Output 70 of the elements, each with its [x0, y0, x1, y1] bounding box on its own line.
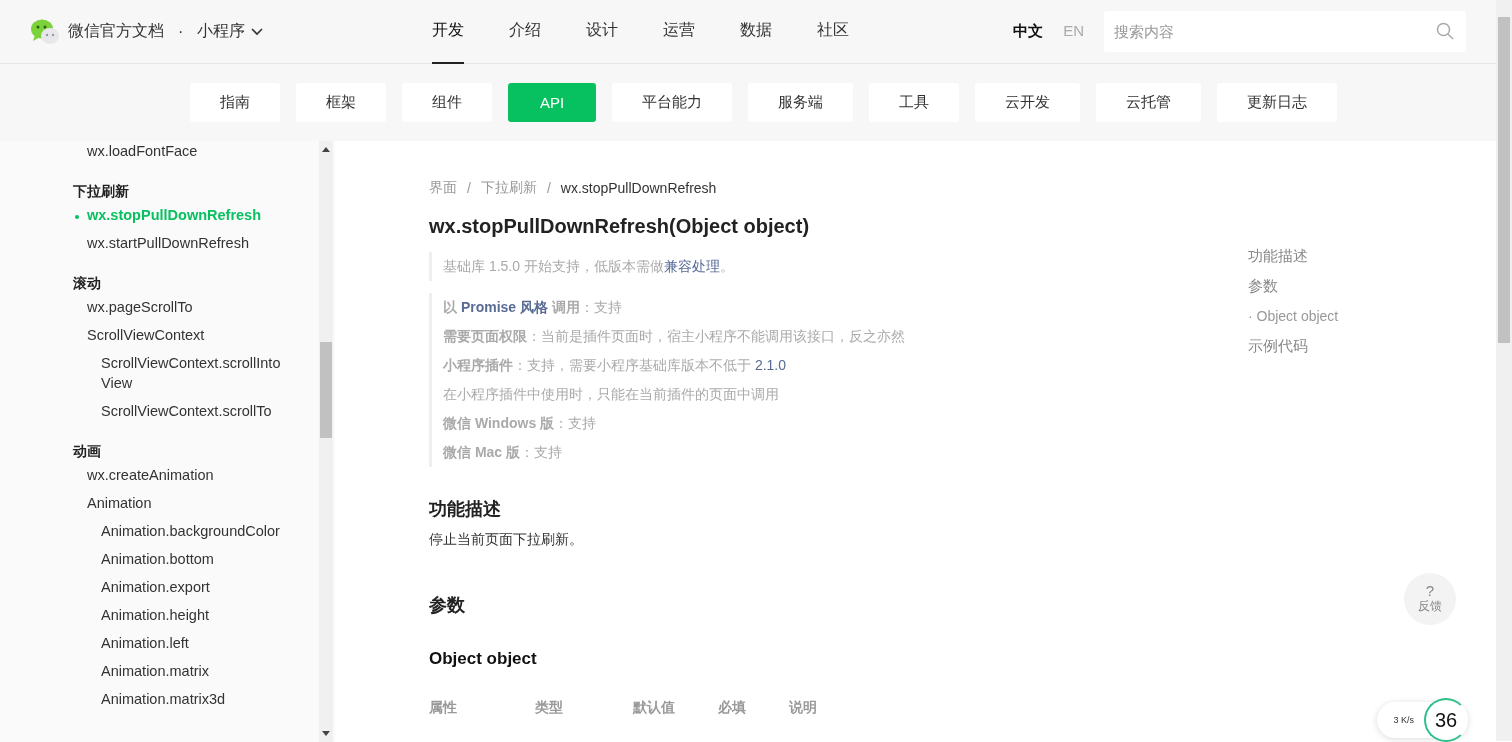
search-field[interactable]: 搜索内容: [1104, 11, 1466, 52]
category-tab[interactable]: 云开发: [975, 83, 1080, 122]
toc-link[interactable]: 示例代码: [1248, 331, 1308, 361]
nav-tab[interactable]: 运营: [663, 0, 695, 64]
column-header: 必填: [718, 699, 747, 717]
category-tab[interactable]: 框架: [296, 83, 386, 122]
breadcrumb-separator: /: [546, 180, 551, 196]
sidebar-group-title: 滚动: [73, 274, 102, 293]
column-header: 属性: [429, 699, 458, 717]
page-scrollbar[interactable]: [1496, 0, 1512, 741]
breadcrumb-link[interactable]: wx.stopPullDownRefresh: [560, 180, 717, 196]
scrollbar[interactable]: [319, 141, 333, 742]
speed-ball[interactable]: 36: [1424, 698, 1468, 742]
support-line: 微信 Windows 版：支持: [443, 414, 598, 433]
product-dropdown[interactable]: 小程序: [197, 21, 264, 42]
version-note: 基础库 1.5.0 开始支持，低版本需做兼容处理。: [443, 257, 734, 276]
language-link[interactable]: 中文: [1013, 22, 1044, 41]
chevron-down-icon: [251, 27, 264, 36]
category-tab[interactable]: 组件: [402, 83, 492, 122]
sidebar-item[interactable]: wx.pageScrollTo: [73, 293, 289, 321]
category-tab[interactable]: 工具: [869, 83, 959, 122]
sidebar-item[interactable]: ScrollViewContext.scrollIntoView: [73, 349, 289, 397]
breadcrumb-separator: /: [467, 180, 471, 196]
nav-tab[interactable]: 设计: [586, 0, 618, 64]
support-line: 以 Promise 风格 调用：支持: [443, 298, 623, 317]
category-tab[interactable]: 服务端: [748, 83, 853, 122]
section-heading: 功能描述: [429, 498, 501, 521]
category-tab[interactable]: 更新日志: [1217, 83, 1337, 122]
support-line: 小程序插件：支持，需要小程序基础库版本不低于 2.1.0: [443, 356, 788, 375]
category-tab[interactable]: 平台能力: [612, 83, 732, 122]
category-tab[interactable]: 指南: [190, 83, 280, 122]
scroll-up-icon[interactable]: [322, 147, 330, 152]
site-title[interactable]: 微信官方文档: [68, 21, 164, 42]
sidebar-item[interactable]: Animation.matrix: [73, 657, 289, 685]
description-text: 停止当前页面下拉刷新。: [429, 531, 583, 549]
support-line: 在小程序插件中使用时，只能在当前插件的页面中调用: [443, 385, 780, 404]
sidebar-item[interactable]: wx.loadFontFace: [73, 141, 289, 165]
category-tab[interactable]: 云托管: [1096, 83, 1201, 122]
toc-link[interactable]: 功能描述: [1248, 241, 1308, 271]
scrollbar-thumb[interactable]: [320, 342, 332, 438]
sidebar-item[interactable]: Animation.bottom: [73, 545, 289, 573]
page-title: wx.stopPullDownRefresh(Object object): [429, 215, 810, 238]
nav-tab[interactable]: 介绍: [509, 0, 541, 64]
subsection-heading: Object object: [429, 649, 537, 669]
speed-reading: 3 K/s: [1393, 715, 1414, 725]
sidebar-item[interactable]: Animation.matrix3d: [73, 685, 289, 713]
sidebar-item[interactable]: wx.createAnimation: [73, 461, 289, 489]
column-header: 说明: [789, 699, 817, 717]
sidebar-group-title: 下拉刷新: [73, 182, 130, 201]
sidebar-item[interactable]: Animation.height: [73, 601, 289, 629]
sidebar-item[interactable]: Animation: [73, 489, 289, 517]
sidebar-item[interactable]: ScrollViewContext.scrollTo: [73, 397, 289, 425]
chat-bubbles-icon: [30, 17, 60, 46]
nav-tab[interactable]: 数据: [740, 0, 772, 64]
column-header: 类型: [535, 699, 564, 717]
separator-dot: ·: [178, 22, 184, 41]
column-header: 默认值: [633, 699, 676, 717]
sidebar-group-title: 动画: [73, 442, 102, 461]
search-icon: [1436, 22, 1454, 40]
scroll-down-icon[interactable]: [322, 731, 330, 736]
sidebar-item[interactable]: Animation.left: [73, 629, 289, 657]
sidebar-item[interactable]: ScrollViewContext: [73, 321, 289, 349]
toc-link[interactable]: 参数: [1248, 271, 1278, 301]
sidebar-item[interactable]: Animation.backgroundColor: [73, 517, 289, 545]
support-line: 需要页面权限：当前是插件页面时，宿主小程序不能调用该接口，反之亦然: [443, 327, 905, 346]
sidebar-item[interactable]: wx.startPullDownRefresh: [73, 229, 289, 257]
nav-tab[interactable]: 社区: [817, 0, 849, 64]
support-line: 微信 Mac 版：支持: [443, 443, 563, 462]
section-heading: 参数: [429, 594, 465, 617]
sidebar-item[interactable]: Animation.export: [73, 573, 289, 601]
